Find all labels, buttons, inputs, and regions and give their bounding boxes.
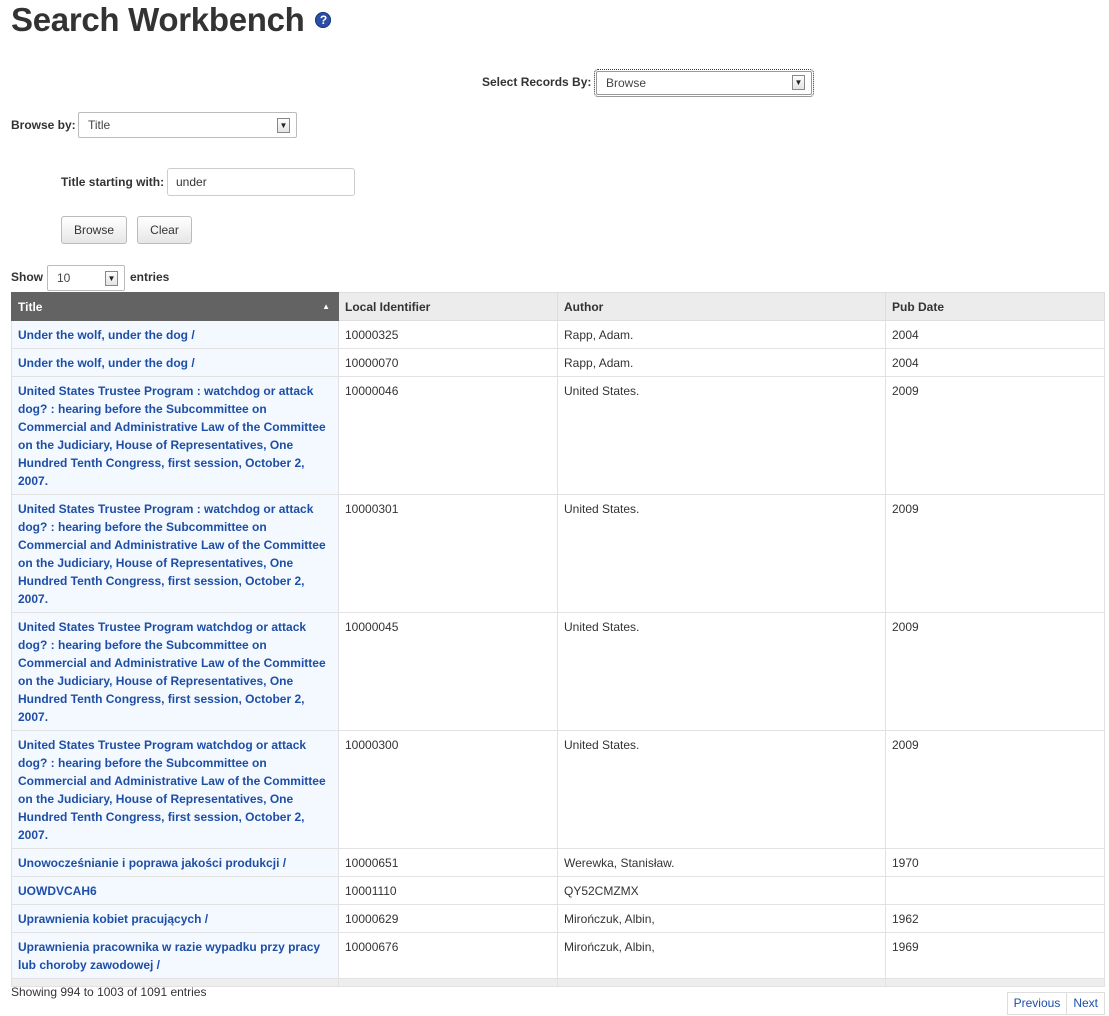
title-starting-input[interactable]: under: [167, 168, 355, 196]
author-cell: Werewka, Stanisław.: [557, 848, 886, 877]
table-row: United States Trustee Program watchdog o…: [11, 612, 1105, 731]
pub-date-cell: [885, 876, 1105, 905]
title-cell: United States Trustee Program watchdog o…: [11, 730, 339, 849]
help-icon[interactable]: ?: [315, 12, 332, 29]
chevron-down-icon: ▼: [792, 75, 805, 90]
local-identifier-cell: 10000070: [338, 348, 558, 377]
title-cell: Under the wolf, under the dog /: [11, 320, 339, 349]
select-records-dropdown[interactable]: Browse ▼: [594, 69, 814, 97]
table-row: United States Trustee Program : watchdog…: [11, 494, 1105, 613]
author-cell: QY52CMZMX: [557, 876, 886, 905]
title-link[interactable]: Uprawnienia pracownika w razie wypadku p…: [18, 940, 320, 972]
local-identifier-cell: 10000651: [338, 848, 558, 877]
column-header-pub-date[interactable]: Pub Date: [885, 292, 1105, 321]
local-identifier-cell: 10000046: [338, 376, 558, 495]
column-header-title-label: Title: [18, 299, 43, 314]
results-table: Title ▲ Local Identifier Author Pub Date …: [11, 292, 1105, 987]
column-header-title[interactable]: Title ▲: [11, 292, 339, 321]
select-records-value: Browse: [606, 76, 647, 90]
author-cell: Rapp, Adam.: [557, 348, 886, 377]
footer-cell: [557, 978, 886, 987]
pub-date-cell: 2009: [885, 612, 1105, 731]
chevron-down-icon: ▼: [277, 118, 290, 133]
page-title-text: Search Workbench: [11, 1, 305, 38]
browse-by-value: Title: [88, 118, 111, 132]
entries-length-dropdown[interactable]: 10 ▼: [47, 265, 125, 291]
author-cell: United States.: [557, 612, 886, 731]
table-row: Under the wolf, under the dog / 10000070…: [11, 348, 1105, 377]
pagination: Previous Next: [1006, 992, 1105, 1015]
title-cell: Under the wolf, under the dog /: [11, 348, 339, 377]
entries-label: entries: [130, 270, 170, 284]
title-link[interactable]: Under the wolf, under the dog /: [18, 356, 195, 370]
pub-date-cell: 2009: [885, 376, 1105, 495]
local-identifier-cell: 10000045: [338, 612, 558, 731]
local-identifier-cell: 10000629: [338, 904, 558, 933]
clear-button[interactable]: Clear: [137, 216, 192, 244]
local-identifier-cell: 10000300: [338, 730, 558, 849]
author-cell: Mirończuk, Albin,: [557, 932, 886, 979]
table-row: Unowocześnianie i poprawa jakości produk…: [11, 848, 1105, 877]
pub-date-cell: 2009: [885, 494, 1105, 613]
author-cell: Rapp, Adam.: [557, 320, 886, 349]
title-link[interactable]: Uprawnienia kobiet pracujących /: [18, 912, 208, 926]
pub-date-cell: 2004: [885, 348, 1105, 377]
author-cell: United States.: [557, 494, 886, 613]
title-cell: United States Trustee Program : watchdog…: [11, 376, 339, 495]
title-cell: United States Trustee Program watchdog o…: [11, 612, 339, 731]
table-row: Uprawnienia kobiet pracujących / 1000062…: [11, 904, 1105, 933]
title-link[interactable]: Unowocześnianie i poprawa jakości produk…: [18, 856, 286, 870]
page-title: Search Workbench ?: [11, 0, 332, 40]
title-link[interactable]: United States Trustee Program : watchdog…: [18, 502, 326, 606]
local-identifier-cell: 10000325: [338, 320, 558, 349]
title-link[interactable]: Under the wolf, under the dog /: [18, 328, 195, 342]
title-link[interactable]: United States Trustee Program watchdog o…: [18, 738, 326, 842]
table-row: United States Trustee Program watchdog o…: [11, 730, 1105, 849]
title-starting-label: Title starting with:: [61, 175, 165, 189]
table-row: United States Trustee Program : watchdog…: [11, 376, 1105, 495]
title-cell: United States Trustee Program : watchdog…: [11, 494, 339, 613]
browse-button[interactable]: Browse: [61, 216, 127, 244]
table-row: UOWDVCAH6 10001110 QY52CMZMX: [11, 876, 1105, 905]
sort-ascending-icon: ▲: [322, 302, 330, 311]
title-link[interactable]: United States Trustee Program : watchdog…: [18, 384, 326, 488]
table-row: Uprawnienia pracownika w razie wypadku p…: [11, 932, 1105, 979]
author-cell: United States.: [557, 730, 886, 849]
show-label: Show: [11, 270, 43, 284]
browse-by-dropdown[interactable]: Title ▼: [78, 112, 297, 138]
local-identifier-cell: 10000301: [338, 494, 558, 613]
table-header-row: Title ▲ Local Identifier Author Pub Date: [11, 292, 1105, 321]
column-header-local-identifier[interactable]: Local Identifier: [338, 292, 558, 321]
pub-date-cell: 2009: [885, 730, 1105, 849]
author-cell: United States.: [557, 376, 886, 495]
browse-by-label: Browse by:: [11, 118, 76, 132]
title-cell: UOWDVCAH6: [11, 876, 339, 905]
title-link[interactable]: United States Trustee Program watchdog o…: [18, 620, 326, 724]
footer-cell: [885, 978, 1105, 987]
previous-page-button[interactable]: Previous: [1006, 992, 1068, 1015]
select-records-label: Select Records By:: [482, 75, 592, 89]
local-identifier-cell: 10001110: [338, 876, 558, 905]
title-cell: Unowocześnianie i poprawa jakości produk…: [11, 848, 339, 877]
table-info: Showing 994 to 1003 of 1091 entries: [11, 985, 207, 999]
title-link[interactable]: UOWDVCAH6: [18, 884, 97, 898]
footer-cell: [338, 978, 558, 987]
local-identifier-cell: 10000676: [338, 932, 558, 979]
title-cell: Uprawnienia pracownika w razie wypadku p…: [11, 932, 339, 979]
table-row: Under the wolf, under the dog / 10000325…: [11, 320, 1105, 349]
author-cell: Mirończuk, Albin,: [557, 904, 886, 933]
chevron-down-icon: ▼: [105, 271, 118, 286]
next-page-button[interactable]: Next: [1067, 992, 1105, 1015]
pub-date-cell: 2004: [885, 320, 1105, 349]
title-cell: Uprawnienia kobiet pracujących /: [11, 904, 339, 933]
column-header-author[interactable]: Author: [557, 292, 886, 321]
pub-date-cell: 1962: [885, 904, 1105, 933]
entries-length-value: 10: [57, 271, 71, 285]
pub-date-cell: 1969: [885, 932, 1105, 979]
pub-date-cell: 1970: [885, 848, 1105, 877]
